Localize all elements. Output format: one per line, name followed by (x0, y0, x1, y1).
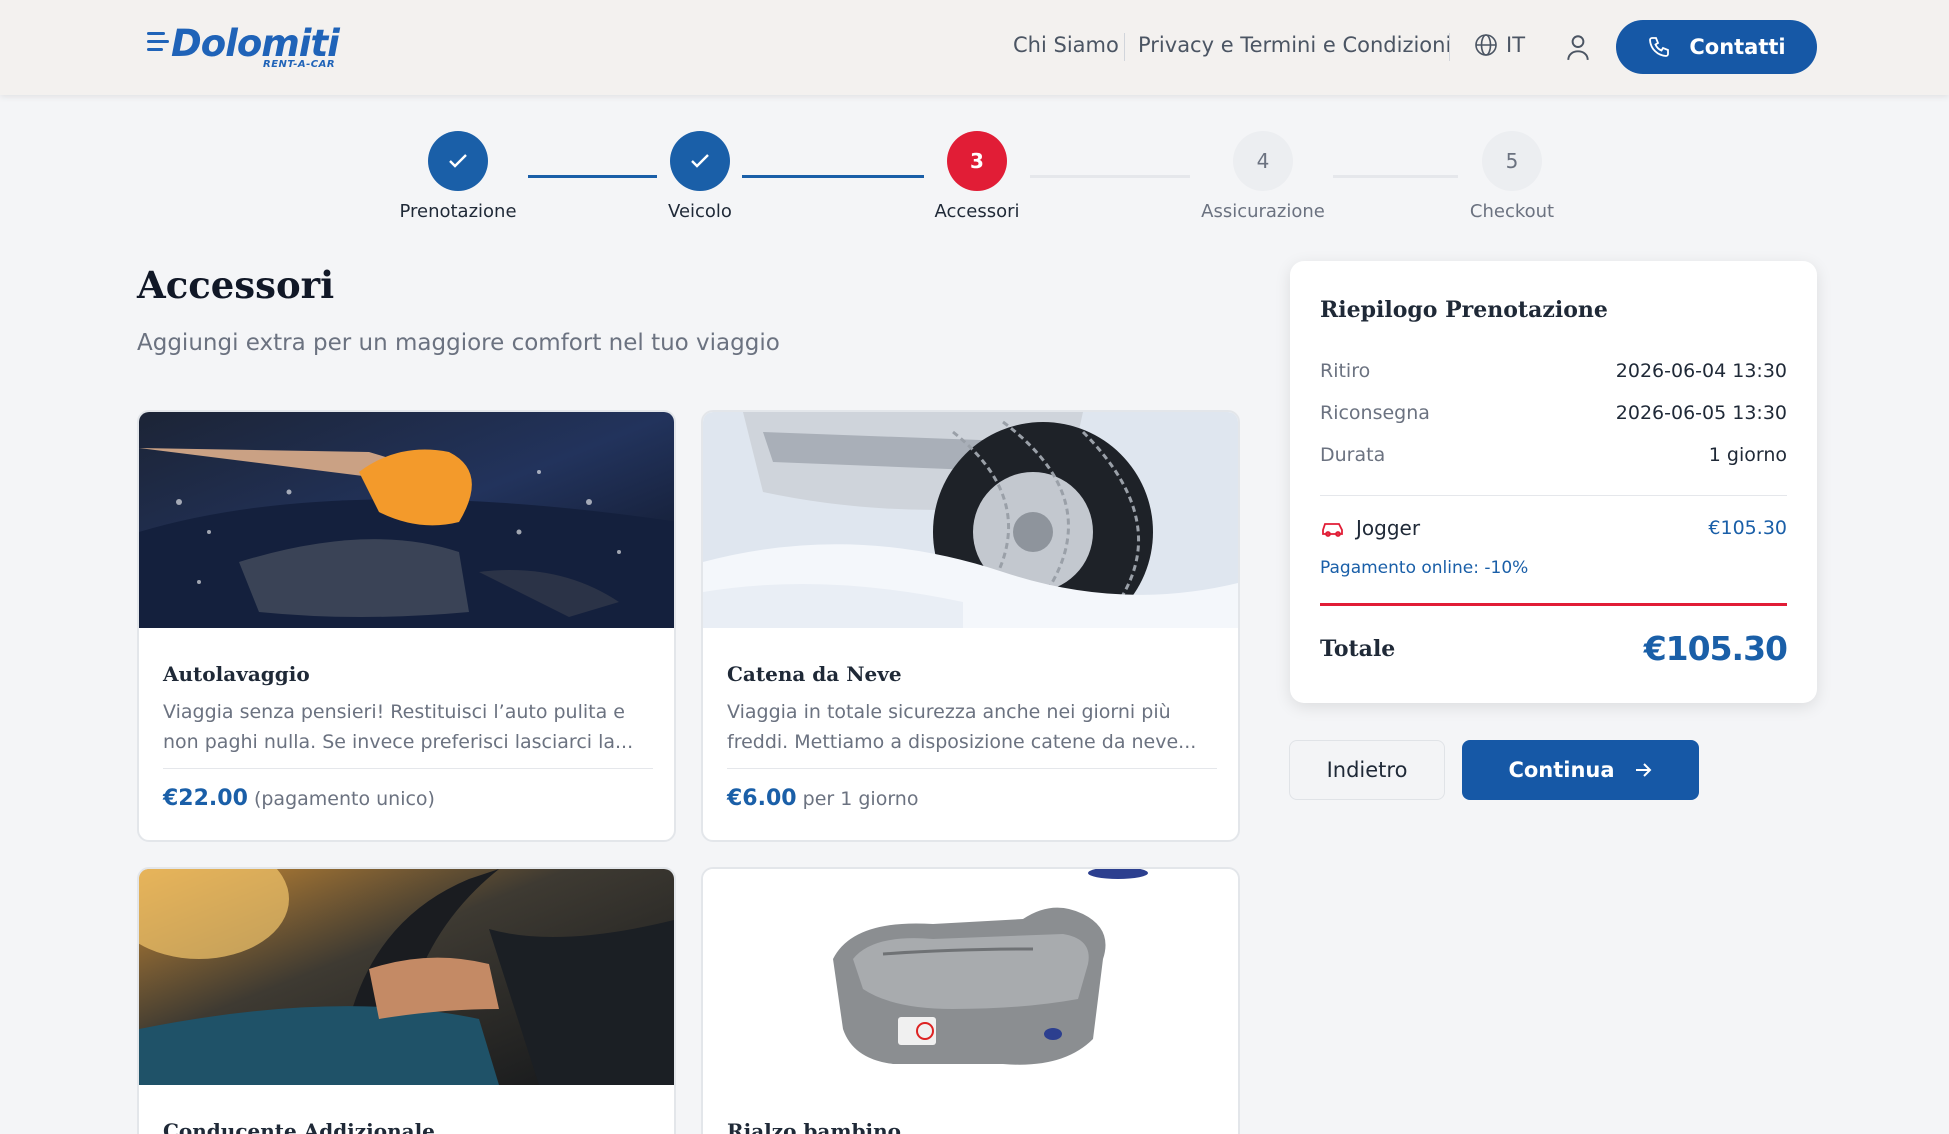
description-line: freddi. Mettiamo a disposizione catene d… (727, 731, 1197, 753)
car-wash-image (139, 412, 674, 628)
card-title: Conducente Addizionale (163, 1119, 435, 1134)
card-description: Viaggia in totale sicurezza anche nei gi… (727, 697, 1217, 757)
card-title: Autolavaggio (163, 662, 310, 686)
summary-key: Ritiro (1320, 360, 1371, 382)
accessory-card-catena-neve[interactable]: Catena da Neve Viaggia in totale sicurez… (701, 410, 1240, 842)
total-label: Totale (1320, 635, 1396, 662)
nav-privacy[interactable]: Privacy e Termini e Condizioni (1138, 33, 1451, 57)
check-icon (691, 154, 709, 168)
language-selector[interactable]: IT (1474, 33, 1525, 57)
globe-icon (1475, 34, 1497, 56)
step-5-circle: 5 (1482, 131, 1542, 191)
summary-total-row: Totale €105.30 (1320, 629, 1788, 668)
brand-logo[interactable]: Dolomiti RENT-A-CAR (147, 22, 340, 74)
step-5-label: Checkout (1469, 201, 1555, 222)
nav-divider (1124, 33, 1125, 61)
site-header: Dolomiti RENT-A-CAR Chi Siamo Privacy e … (0, 0, 1949, 95)
nav-chi-siamo[interactable]: Chi Siamo (1013, 33, 1119, 57)
step-3-label: Accessori (934, 201, 1020, 222)
contact-button[interactable]: Contatti (1616, 20, 1817, 74)
summary-divider (1320, 495, 1787, 496)
contact-label: Contatti (1689, 35, 1786, 59)
summary-value: 2026-06-05 13:30 (1615, 402, 1787, 424)
card-price: €6.00 per 1 giorno (727, 786, 918, 811)
price-amount: €22.00 (163, 786, 248, 811)
step-1-label: Prenotazione (399, 201, 517, 222)
step-connector (1030, 175, 1190, 178)
step-2-label: Veicolo (668, 201, 732, 222)
description-line: Viaggia senza pensieri! Restituisci l’au… (163, 701, 625, 723)
driver-image (139, 869, 674, 1085)
language-code: IT (1506, 33, 1526, 57)
summary-key: Riconsegna (1320, 402, 1430, 424)
total-value: €105.30 (1643, 629, 1788, 668)
card-price: €22.00 (pagamento unico) (163, 786, 435, 811)
summary-key: Durata (1320, 444, 1386, 466)
step-4-circle: 4 (1233, 131, 1293, 191)
total-divider (1320, 603, 1787, 606)
card-title: Rialzo bambino (727, 1119, 902, 1134)
accessory-card-autolavaggio[interactable]: Autolavaggio Viaggia senza pensieri! Res… (137, 410, 676, 842)
car-price: €105.30 (1708, 517, 1787, 539)
step-connector (742, 175, 924, 178)
accessory-card-rialzo[interactable]: Rialzo bambino (701, 867, 1240, 1134)
summary-row-ritiro: Ritiro 2026-06-04 13:30 (1320, 360, 1787, 382)
page-subtitle: Aggiungi extra per un maggiore comfort n… (137, 330, 780, 356)
step-1-circle[interactable] (428, 131, 488, 191)
description-line: non paghi nulla. Se invece preferisci la… (163, 731, 634, 753)
step-connector (1333, 175, 1458, 178)
continue-button[interactable]: Continua (1462, 740, 1699, 800)
summary-title: Riepilogo Prenotazione (1320, 297, 1608, 323)
price-note: per 1 giorno (802, 788, 919, 810)
step-connector (528, 175, 657, 178)
phone-icon (1649, 37, 1670, 57)
snow-chain-image (703, 412, 1238, 628)
card-divider (727, 768, 1217, 769)
check-icon (449, 154, 467, 168)
continue-label: Continua (1508, 758, 1615, 782)
car-icon (1322, 523, 1343, 537)
price-note: (pagamento unico) (253, 788, 435, 810)
step-2-circle[interactable] (670, 131, 730, 191)
card-divider (163, 768, 653, 769)
accessory-card-conducente[interactable]: Conducente Addizionale (137, 867, 676, 1134)
logo-speed-lines (147, 32, 171, 56)
nav-divider (1449, 33, 1450, 61)
online-discount-note: Pagamento online: -10% (1320, 558, 1529, 578)
car-name: Jogger (1356, 516, 1421, 540)
summary-row-riconsegna: Riconsegna 2026-06-05 13:30 (1320, 402, 1787, 424)
back-button[interactable]: Indietro (1289, 740, 1445, 800)
summary-value: 2026-06-04 13:30 (1615, 360, 1787, 382)
card-title: Catena da Neve (727, 662, 902, 686)
booking-summary: Riepilogo Prenotazione Ritiro 2026-06-04… (1290, 261, 1817, 703)
car-name-group: Jogger (1320, 516, 1420, 540)
page-title: Accessori (137, 263, 335, 307)
step-4-label: Assicurazione (1201, 201, 1325, 222)
description-line: Viaggia in totale sicurezza anche nei gi… (727, 701, 1171, 723)
summary-value: 1 giorno (1708, 444, 1787, 466)
booster-seat-image (703, 869, 1238, 1085)
summary-row-durata: Durata 1 giorno (1320, 444, 1787, 466)
user-icon[interactable] (1565, 33, 1591, 61)
step-3-circle: 3 (947, 131, 1007, 191)
price-amount: €6.00 (727, 786, 797, 811)
summary-car-row: Jogger €105.30 (1320, 516, 1787, 540)
card-description: Viaggia senza pensieri! Restituisci l’au… (163, 697, 653, 757)
arrow-right-icon (1635, 763, 1651, 777)
logo-subtext: RENT-A-CAR (263, 59, 336, 70)
